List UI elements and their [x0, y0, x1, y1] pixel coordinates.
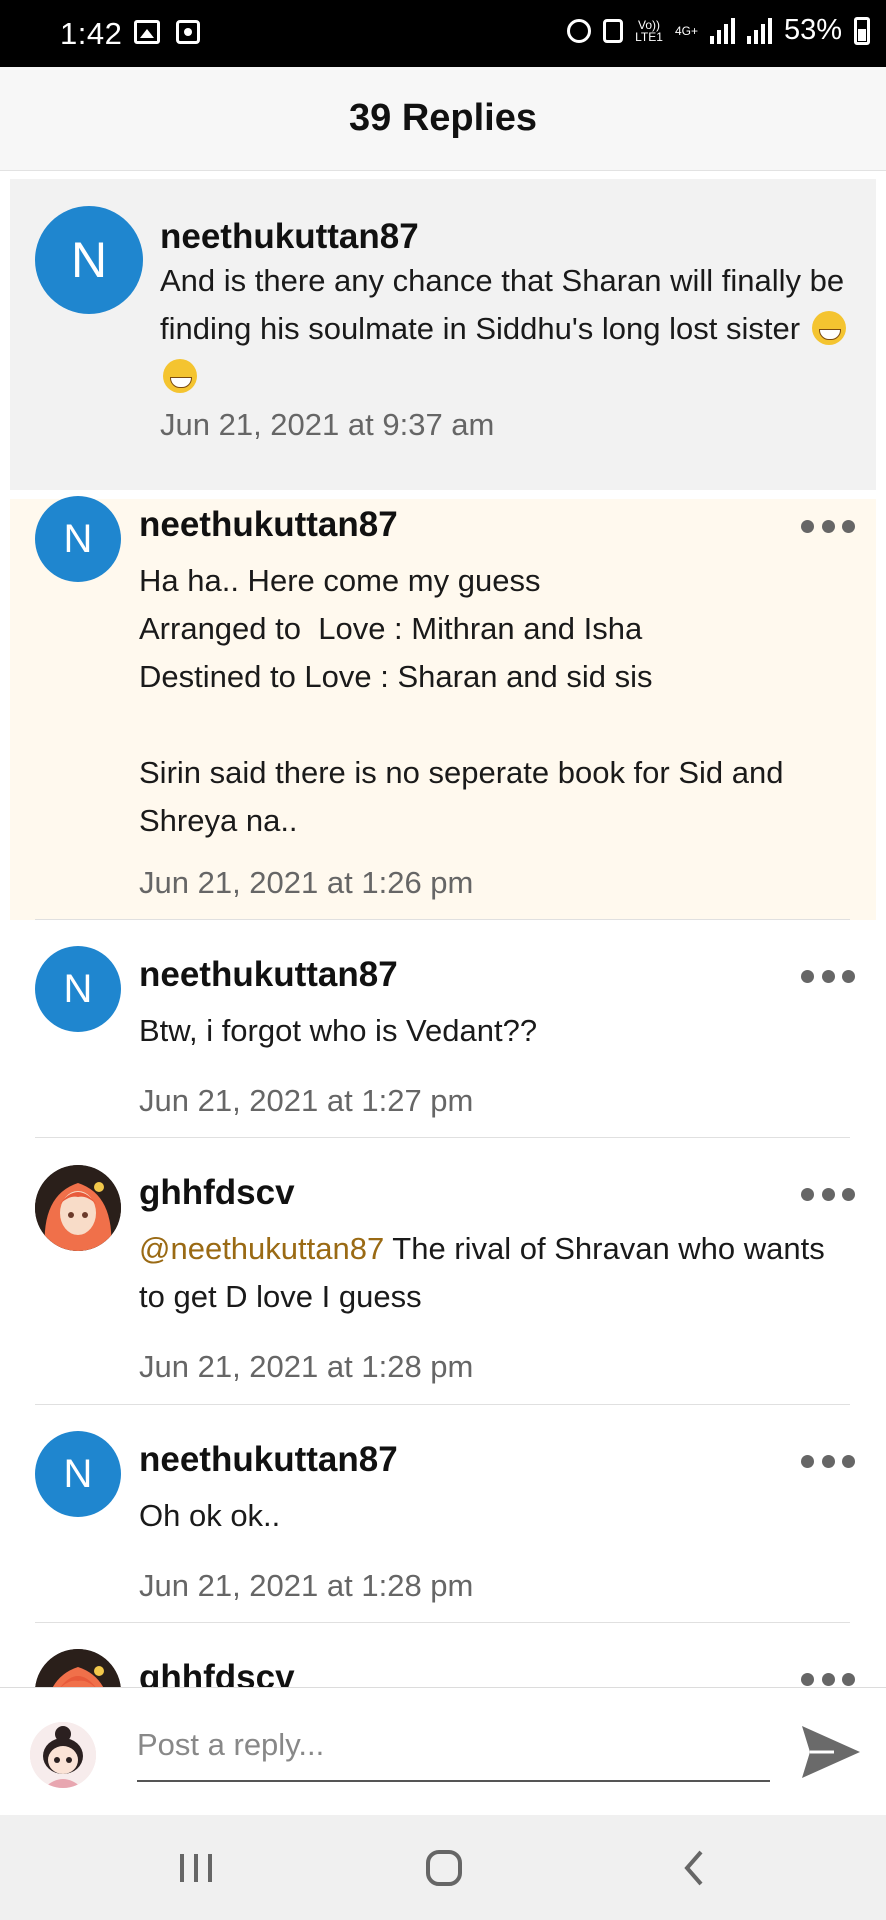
volte-indicator: Vo)) LTE1 — [635, 17, 663, 44]
gallery-notification-icon — [134, 20, 160, 44]
app-header: 39 Replies — [0, 67, 886, 171]
divider — [35, 1404, 850, 1405]
reply-timestamp: Jun 21, 2021 at 1:26 pm — [139, 865, 474, 900]
network-type-indicator: 4G+ — [674, 23, 698, 38]
avatar[interactable] — [35, 1165, 121, 1251]
comment-timestamp: Jun 21, 2021 at 9:37 am — [160, 407, 495, 442]
more-options-icon[interactable] — [801, 515, 855, 537]
send-icon[interactable] — [800, 1724, 862, 1780]
more-options-icon[interactable] — [801, 1183, 855, 1205]
app-notification-icon — [176, 20, 200, 44]
reply-text: @neethukuttan87 The rival of Shravan who… — [139, 1231, 834, 1314]
user-mention[interactable]: @neethukuttan87 — [139, 1231, 384, 1266]
comment-text: And is there any chance that Sharan will… — [160, 257, 860, 401]
reply-text: Btw, i forgot who is Vedant?? — [139, 1013, 538, 1048]
divider — [35, 919, 850, 920]
back-icon[interactable] — [663, 1845, 723, 1891]
reply-text: Oh ok ok.. — [139, 1498, 281, 1533]
status-bar: 1:42 Vo)) LTE1 4G+ 53% — [0, 0, 886, 67]
system-nav-bar — [0, 1815, 886, 1920]
comment-username[interactable]: neethukuttan87 — [160, 217, 419, 257]
reply-timestamp: Jun 21, 2021 at 1:28 pm — [139, 1568, 474, 1603]
signal-strength-icon-2 — [746, 17, 772, 44]
reply-username[interactable]: neethukuttan87 — [139, 955, 398, 995]
avatar[interactable]: N — [35, 496, 121, 582]
avatar[interactable]: N — [35, 946, 121, 1032]
reply-username[interactable]: neethukuttan87 — [139, 1440, 398, 1480]
reply-timestamp: Jun 21, 2021 at 1:28 pm — [139, 1349, 474, 1384]
status-time: 1:42 — [60, 16, 123, 51]
reply-thread[interactable]: N neethukuttan87 And is there any chance… — [0, 171, 886, 1687]
avatar[interactable]: N — [35, 206, 143, 314]
divider — [35, 1622, 850, 1623]
alarm-icon — [567, 18, 592, 43]
signal-strength-icon — [709, 17, 735, 44]
reply-username[interactable]: ghhfdscv — [139, 1173, 295, 1213]
battery-icon — [854, 16, 870, 45]
chibi-avatar-icon — [30, 1722, 96, 1788]
reply-username[interactable]: neethukuttan87 — [139, 505, 398, 545]
reply-timestamp: Jun 21, 2021 at 1:27 pm — [139, 1083, 474, 1118]
parent-comment: N neethukuttan87 And is there any chance… — [10, 179, 876, 490]
reply-composer — [0, 1687, 886, 1816]
page-title: 39 Replies — [349, 97, 537, 139]
more-options-icon[interactable] — [801, 965, 855, 987]
reply-input[interactable] — [137, 1710, 770, 1782]
grinning-face-emoji-icon — [811, 311, 846, 345]
battery-percentage: 53% — [783, 14, 842, 46]
secure-folder-icon — [603, 18, 624, 43]
current-user-avatar — [30, 1722, 96, 1788]
reply-text: Ha ha.. Here come my guess Arranged to L… — [139, 563, 784, 838]
divider — [35, 1137, 850, 1138]
avatar[interactable]: N — [35, 1431, 121, 1517]
anime-avatar-icon — [35, 1165, 121, 1251]
more-options-icon[interactable] — [801, 1668, 855, 1687]
anime-avatar-icon — [35, 1649, 121, 1687]
grinning-face-emoji-icon — [163, 359, 197, 393]
avatar[interactable] — [35, 1649, 121, 1687]
reply-username[interactable]: ghhfdscv — [139, 1658, 295, 1687]
home-icon[interactable] — [414, 1845, 474, 1891]
recent-apps-icon[interactable] — [166, 1845, 226, 1891]
more-options-icon[interactable] — [801, 1450, 855, 1472]
